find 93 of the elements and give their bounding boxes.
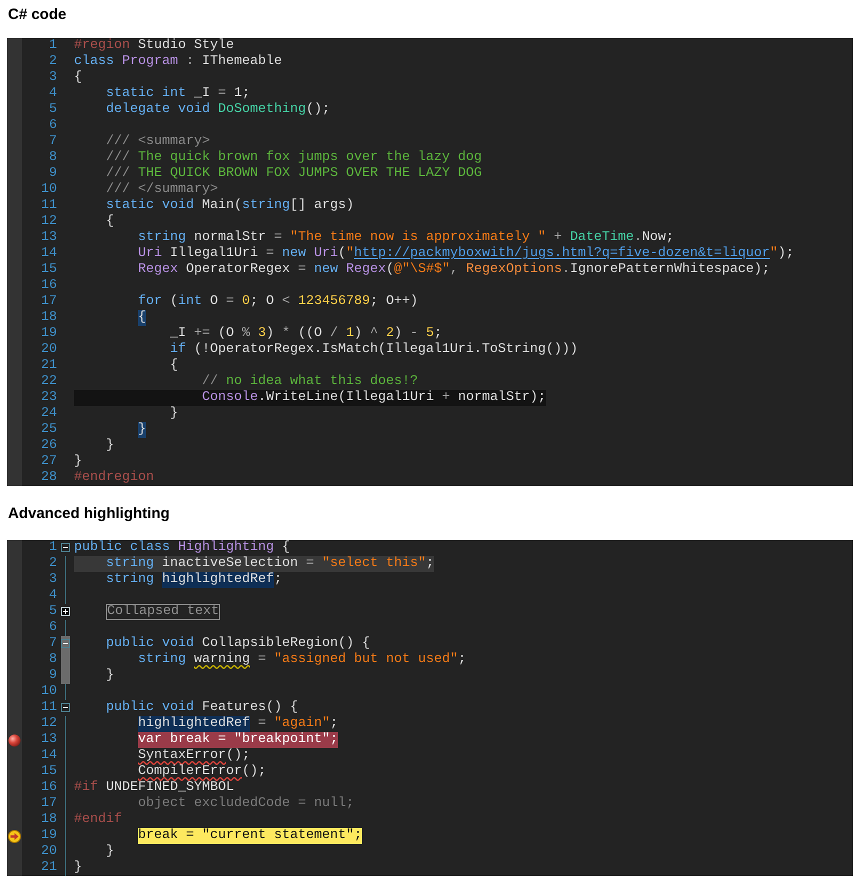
line-number: 5 bbox=[48, 102, 57, 118]
code-line: } bbox=[105, 668, 114, 684]
line-number: 11 bbox=[40, 700, 57, 716]
fold-toggle[interactable] bbox=[61, 703, 70, 712]
code-line: _I += (O % 3) * ((O / 1) ^ 2) - 5; bbox=[168, 326, 442, 342]
code-line: } bbox=[105, 844, 114, 860]
line-number: 7 bbox=[48, 134, 57, 150]
fold-toggle[interactable] bbox=[61, 543, 70, 552]
code-line: for (int O = 0; O < 123456789; O++) bbox=[137, 294, 418, 310]
line-number: 4 bbox=[48, 86, 57, 102]
code-line: // no idea what this does!? bbox=[200, 374, 418, 390]
code-line: } bbox=[74, 860, 82, 876]
line-number: 2 bbox=[48, 556, 57, 572]
line-number: 18 bbox=[40, 812, 57, 828]
code-line: static int _I = 1; bbox=[105, 86, 250, 102]
line-number: 18 bbox=[40, 310, 57, 326]
code-line: public class Highlighting { bbox=[74, 540, 290, 556]
line-number: 9 bbox=[48, 166, 57, 182]
code-line: } bbox=[74, 454, 82, 470]
line-number: 8 bbox=[48, 150, 57, 166]
line-number: 20 bbox=[40, 844, 57, 860]
line-number: 13 bbox=[40, 732, 57, 748]
code-line: public void Features() { bbox=[105, 700, 298, 716]
line-number: 25 bbox=[40, 422, 57, 438]
fold-toggle[interactable] bbox=[61, 639, 70, 648]
code-line: #region Studio Style bbox=[74, 38, 234, 54]
line-number: 11 bbox=[40, 198, 57, 214]
code-line: public void CollapsibleRegion() { bbox=[105, 636, 370, 652]
line-number: 16 bbox=[40, 278, 57, 294]
line-number: 21 bbox=[40, 860, 57, 876]
line-number: 15 bbox=[40, 262, 57, 278]
code-line: if (!OperatorRegex.IsMatch(Illegal1Uri.ToString())) bbox=[168, 342, 578, 358]
code-line: Uri Illegal1Uri = new Uri("http://packmyboxwith/jugs.html?q=five-dozen&t=liquor"); bbox=[137, 246, 794, 262]
code-line: static void Main(string[] args) bbox=[105, 198, 354, 214]
line-number: 12 bbox=[40, 716, 57, 732]
line-number: 4 bbox=[48, 588, 57, 604]
line-number: 23 bbox=[40, 390, 57, 406]
line-number: 17 bbox=[40, 294, 57, 310]
line-number: 9 bbox=[48, 668, 57, 684]
code-line: /// </summary> bbox=[105, 182, 218, 198]
code-line: #endif bbox=[74, 812, 122, 828]
line-number: 1 bbox=[48, 38, 57, 54]
line-number: 14 bbox=[40, 246, 57, 262]
code-line: #if UNDEFINED_SYMBOL bbox=[74, 780, 234, 796]
line-number: 6 bbox=[48, 118, 57, 134]
code-line: /// THE QUICK BROWN FOX JUMPS OVER THE LAZY DOG bbox=[105, 166, 482, 182]
line-number: 17 bbox=[40, 796, 57, 812]
line-number: 7 bbox=[48, 636, 57, 652]
section-heading: C# code bbox=[7, 5, 66, 25]
line-number: 12 bbox=[40, 214, 57, 230]
line-number: 16 bbox=[40, 780, 57, 796]
line-number: 21 bbox=[40, 358, 57, 374]
code-line: { bbox=[168, 358, 178, 374]
code-line: delegate void DoSomething(); bbox=[105, 102, 330, 118]
code-line: } bbox=[168, 406, 178, 422]
line-number: 8 bbox=[48, 652, 57, 668]
code-line: SyntaxError(); bbox=[137, 748, 250, 764]
line-number: 13 bbox=[40, 230, 57, 246]
line-number: 6 bbox=[48, 620, 57, 636]
line-number: 19 bbox=[40, 828, 57, 844]
code-line: Regex OperatorRegex = new Regex(@"\S#$", RegexOptions.IgnorePatternWhitespace); bbox=[137, 262, 770, 278]
code-line: highlightedRef = "again"; bbox=[137, 716, 338, 732]
code-line: string warning = "assigned but not used"; bbox=[137, 652, 466, 668]
line-number: 3 bbox=[48, 572, 57, 588]
line-number: 20 bbox=[40, 342, 57, 358]
breakpoint-icon[interactable] bbox=[8, 734, 21, 746]
line-number: 3 bbox=[48, 70, 57, 86]
code-line: string normalStr = "The time now is approximately " + DateTime.Now; bbox=[137, 230, 674, 246]
code-line: object excludedCode = null; bbox=[137, 796, 354, 812]
line-number: 27 bbox=[40, 454, 57, 470]
line-number: 2 bbox=[48, 54, 57, 70]
code-line: /// <summary> bbox=[105, 134, 210, 150]
line-number: 15 bbox=[40, 764, 57, 780]
code-line: #endregion bbox=[74, 470, 154, 486]
line-number: 10 bbox=[40, 182, 57, 198]
line-number: 1 bbox=[48, 540, 57, 556]
line-number: 28 bbox=[40, 470, 57, 486]
code-line: { bbox=[74, 70, 82, 86]
fold-toggle[interactable] bbox=[61, 607, 70, 616]
code-line: { bbox=[105, 214, 114, 230]
code-line: } bbox=[105, 438, 114, 454]
code-line: CompilerError(); bbox=[137, 764, 266, 780]
code-line: class Program : IThemeable bbox=[74, 54, 282, 70]
line-number: 26 bbox=[40, 438, 57, 454]
line-number: 24 bbox=[40, 406, 57, 422]
line-number: 10 bbox=[40, 684, 57, 700]
section-heading: Advanced highlighting bbox=[7, 504, 170, 524]
line-number: 22 bbox=[40, 374, 57, 390]
code-line: string highlightedRef; bbox=[105, 572, 282, 588]
line-number: 19 bbox=[40, 326, 57, 342]
code-line: /// The quick brown fox jumps over the lazy dog bbox=[105, 150, 482, 166]
line-number: 14 bbox=[40, 748, 57, 764]
line-number: 5 bbox=[48, 604, 57, 620]
